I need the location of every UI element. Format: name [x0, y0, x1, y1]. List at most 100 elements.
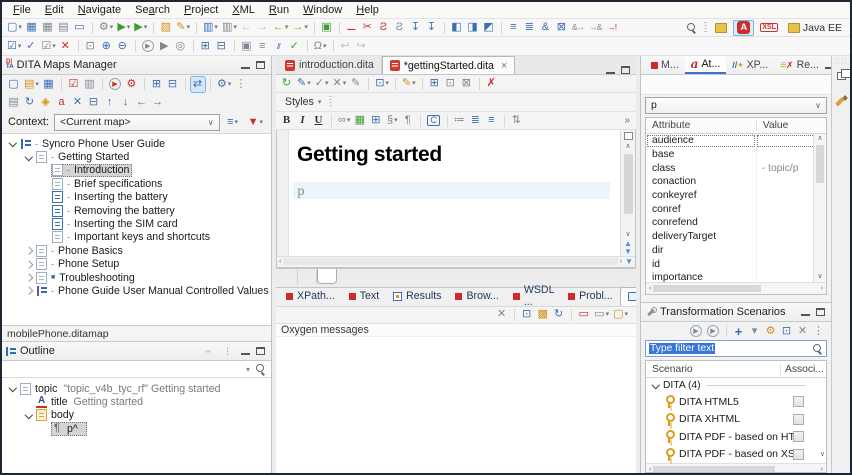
toolbar-icon[interactable] [234, 40, 235, 52]
outline-item[interactable]: p^ [2, 422, 271, 435]
unordered-list-icon[interactable]: ≡ [485, 113, 499, 128]
apply-debug-icon[interactable]: ▶ [706, 324, 721, 339]
menu-item[interactable]: Edit [38, 4, 71, 16]
toolbar-icon[interactable] [153, 22, 154, 34]
scroll-down-icon[interactable]: ∨ [817, 272, 822, 282]
open-pdf-icon[interactable]: ▤ [7, 95, 21, 110]
attributes-vertical-scrollbar[interactable]: ∧ ∨ [813, 134, 826, 282]
validate-map-icon[interactable]: ☑ [67, 77, 81, 92]
menu-item[interactable]: File [6, 4, 38, 16]
associate-checkbox[interactable] [793, 414, 804, 425]
expander-icon[interactable] [23, 285, 35, 296]
open-resource-icon[interactable]: ▣ [240, 39, 254, 54]
attributes-horizontal-scrollbar[interactable]: ‹ › [646, 282, 826, 294]
scroll-down-icon[interactable]: ∨ [625, 230, 630, 240]
filter-icon[interactable]: ▼▾ [247, 115, 264, 130]
save-all-icon[interactable]: ▦ [41, 20, 55, 35]
check-wellformed-icon[interactable]: ☑▾ [6, 39, 22, 54]
map-tree-item[interactable]: - Removing the battery [2, 204, 271, 217]
scroll-right-icon[interactable]: › [821, 284, 823, 294]
move-up-icon[interactable]: ↑ [103, 95, 117, 110]
map-tree-item[interactable]: - Getting Started [2, 150, 271, 163]
right-panel-tab[interactable]: XP... [726, 56, 774, 74]
xslt-debugger-perspective-button[interactable]: XSL [756, 20, 782, 36]
author-document[interactable]: Getting started p [289, 130, 620, 256]
edit-properties-icon[interactable]: a [55, 95, 69, 110]
attribute-row[interactable]: importance [646, 271, 826, 282]
import-all-icon[interactable]: ↧ [425, 20, 439, 35]
remove-styling-icon[interactable]: ✗ [485, 76, 499, 91]
strike-tag-icon[interactable]: Ƨ [393, 20, 407, 35]
tree-layout-icon[interactable]: ≡▾ [226, 115, 240, 130]
expander-icon[interactable] [39, 205, 51, 216]
link-icon[interactable]: ∞▾ [337, 113, 351, 128]
scrollbar-thumb[interactable] [816, 145, 824, 183]
map-tree-item[interactable]: - Inserting the SIM card [2, 217, 271, 230]
scenario-filter-input[interactable]: Type filter text [645, 340, 827, 357]
toolbar-icon[interactable] [135, 40, 136, 52]
configure-transform-icon[interactable]: ⚙ [125, 77, 139, 92]
results-tab[interactable]: WSDL ... [506, 287, 561, 306]
ordered-list-icon[interactable]: ≣ [469, 113, 483, 128]
scenario-row[interactable]: DITA PDF - based on XS [646, 446, 826, 464]
toolbar-icon[interactable] [193, 40, 194, 52]
find-replace-icon[interactable]: ✎▾ [175, 20, 191, 35]
expander-icon[interactable] [23, 272, 35, 283]
attribute-row[interactable]: class - topic/p [646, 161, 826, 175]
outline-menu-icon[interactable]: ⋮ [223, 346, 232, 357]
codeblock-icon[interactable]: C [426, 113, 442, 128]
map-tree-item[interactable]: - Phone Basics [2, 244, 271, 257]
open-icon[interactable]: ▧ [159, 20, 173, 35]
map-tree-item[interactable]: - Phone Setup [2, 258, 271, 271]
maximize-panel-icon[interactable] [816, 308, 825, 316]
settings-icon[interactable]: ⚙▾ [216, 77, 232, 92]
toolbar-icon[interactable] [422, 78, 423, 90]
toolbar-icon[interactable] [444, 22, 445, 34]
debug-config-icon[interactable]: ⚙▾ [98, 20, 114, 35]
database-perspective-button[interactable]: Java EE [784, 20, 846, 36]
associate-checkbox[interactable] [793, 431, 804, 442]
maximize-editor-icon[interactable] [621, 66, 630, 74]
new-window-icon[interactable]: ▥▾ [202, 20, 219, 35]
copy-icon[interactable]: ⊡▾ [374, 76, 390, 91]
insert-after-icon[interactable]: ⊟ [166, 77, 180, 92]
menu-item[interactable]: XML [225, 4, 262, 16]
toolbar-icon[interactable] [571, 309, 572, 321]
back-disabled-icon[interactable]: ← [240, 20, 254, 35]
save-icon[interactable]: ▦ [25, 20, 39, 35]
toolbar-icon[interactable] [447, 115, 448, 127]
split-element-icon[interactable]: ◩ [482, 20, 496, 35]
move-down-icon[interactable]: ↓ [119, 95, 133, 110]
undo-icon[interactable]: ↩ [339, 39, 353, 54]
results-tab[interactable]: XPath... [279, 287, 342, 306]
unescape-arrow-icon[interactable]: →& [588, 20, 603, 35]
toolbar-icon[interactable] [78, 40, 79, 52]
presenter-mode-icon[interactable]: ▭ [73, 20, 87, 35]
attribute-row[interactable]: conrefend [646, 216, 826, 230]
validate-icon[interactable]: ✓ [24, 39, 38, 54]
attribute-row[interactable]: conref [646, 202, 826, 216]
apply-scenario-icon[interactable]: ▶ [141, 39, 156, 54]
expander-icon[interactable] [23, 152, 35, 163]
more-actions-icon[interactable]: ⋮ [234, 77, 248, 92]
toolbar-icon[interactable] [144, 78, 145, 90]
expander-icon[interactable] [39, 423, 51, 434]
track-changes-icon[interactable]: ✎▾ [296, 76, 312, 91]
link-with-editor-icon[interactable]: ⇄ [191, 77, 205, 92]
results-tab[interactable]: Brow... [448, 287, 505, 306]
results-tab[interactable]: Text [342, 287, 386, 306]
right-panel-tab[interactable]: M... [645, 56, 685, 74]
filter-search-icon[interactable] [812, 343, 823, 355]
format-indent-icon[interactable]: ≡ [507, 20, 521, 35]
attribute-row[interactable]: id [646, 257, 826, 271]
forward-disabled-icon[interactable]: → [256, 20, 270, 35]
italic-icon[interactable]: I [296, 113, 310, 128]
insert-symbol-icon[interactable]: Ω▾ [313, 39, 328, 54]
editor-horizontal-scrollbar[interactable]: ‹ › ▼ [277, 256, 635, 267]
window-layout-icon[interactable]: ▥▾ [221, 20, 238, 35]
bold-icon[interactable]: B [280, 113, 294, 128]
show-console-icon[interactable]: ▭ [577, 307, 591, 322]
scrollbar-thumb[interactable] [283, 258, 617, 265]
toolbar-overflow-icon[interactable]: » [624, 115, 633, 126]
map-tree-item[interactable]: - Syncro Phone User Guide [2, 137, 271, 150]
